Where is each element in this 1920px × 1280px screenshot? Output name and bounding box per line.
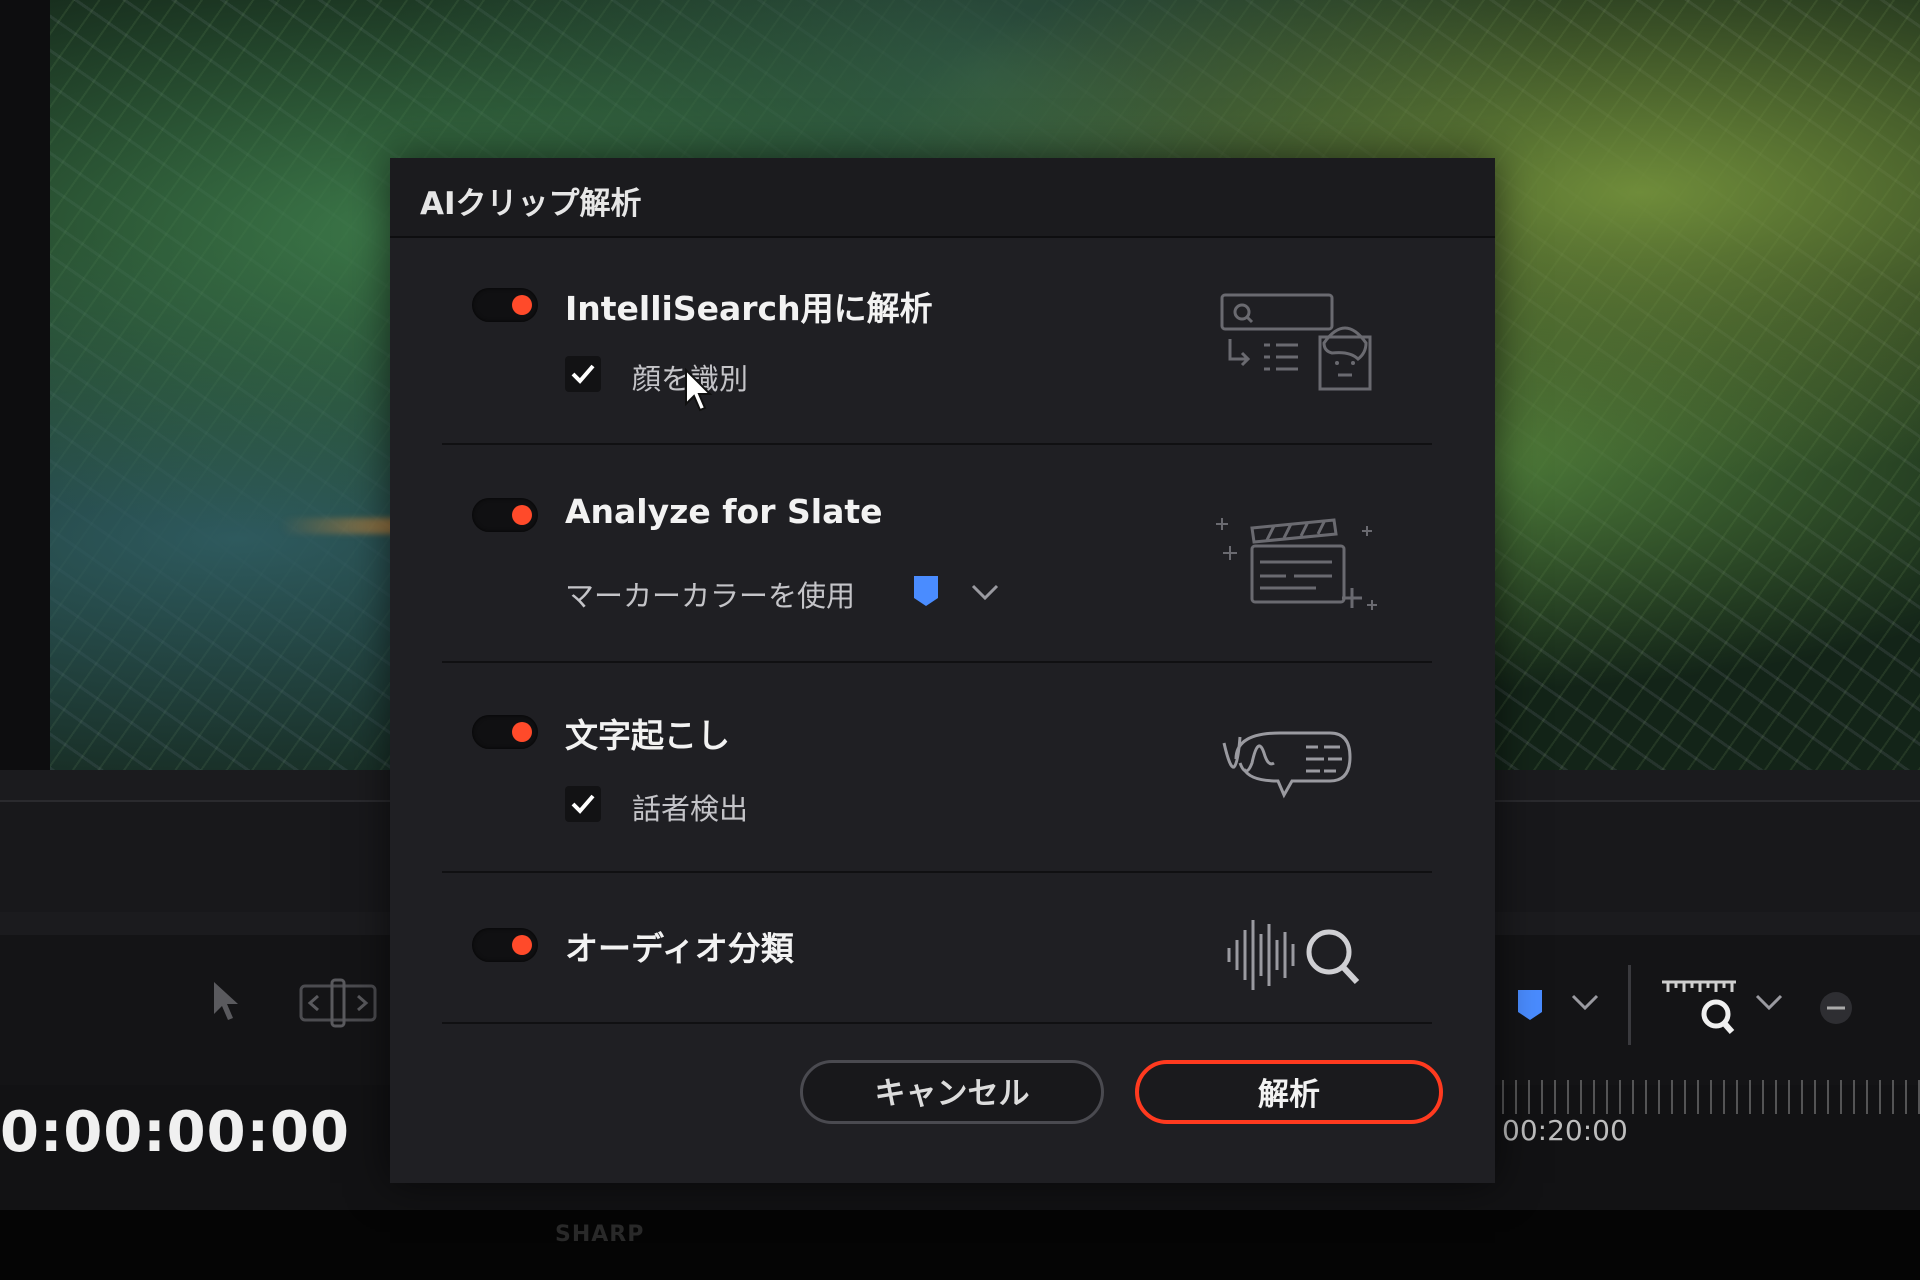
trim-tool-icon[interactable]: [298, 978, 378, 1032]
clapperboard-icon: [1212, 508, 1382, 622]
cancel-button[interactable]: キャンセル: [800, 1060, 1104, 1124]
toggle-knob: [512, 505, 532, 525]
intellisearch-illustration-icon: [1220, 293, 1380, 397]
checkmark-icon: [571, 364, 595, 384]
dialog-header: AIクリップ解析: [390, 158, 1495, 238]
transcription-title: 文字起こし: [565, 716, 730, 755]
slate-title: Analyze for Slate: [565, 492, 883, 531]
chevron-down-icon[interactable]: [970, 582, 1000, 606]
section-divider: [442, 1022, 1432, 1024]
zoom-out-icon[interactable]: [1818, 990, 1854, 1030]
toggle-knob: [512, 935, 532, 955]
section-divider: [442, 871, 1432, 873]
zoom-tool-icon[interactable]: [1660, 978, 1740, 1042]
chevron-down-icon[interactable]: [1570, 992, 1600, 1016]
section-divider: [442, 443, 1432, 445]
transcription-toggle[interactable]: [472, 715, 538, 749]
toggle-knob: [512, 295, 532, 315]
intellisearch-title: IntelliSearch用に解析: [565, 289, 933, 328]
viewer-edge: [0, 0, 50, 770]
ai-clip-analysis-dialog: AIクリップ解析 IntelliSearch用に解析 顔を識別 Analyze …: [390, 158, 1495, 1183]
checkmark-icon: [571, 794, 595, 814]
timecode-display: 0:00:00:00: [0, 1100, 350, 1165]
analyze-button[interactable]: 解析: [1135, 1060, 1443, 1124]
dialog-title: AIクリップ解析: [420, 186, 642, 222]
monitor-bezel: [0, 1210, 1920, 1280]
section-divider: [442, 661, 1432, 663]
speaker-detection-label: 話者検出: [632, 792, 749, 826]
audio-classification-title: オーディオ分類: [565, 929, 794, 968]
timeline-ruler[interactable]: [1502, 1080, 1920, 1114]
monitor-logo: SHARP: [555, 1222, 645, 1247]
audio-classification-toggle[interactable]: [472, 928, 538, 962]
marker-tool-icon[interactable]: [1516, 988, 1544, 1026]
speaker-detection-checkbox[interactable]: [565, 786, 601, 822]
ruler-timecode: 00:20:00: [1502, 1114, 1628, 1147]
toolbar-divider: [1628, 965, 1631, 1045]
mouse-cursor-icon: [683, 367, 715, 418]
identify-faces-checkbox[interactable]: [565, 356, 601, 392]
toggle-knob: [512, 722, 532, 742]
slate-toggle[interactable]: [472, 498, 538, 532]
audio-search-icon: [1225, 910, 1375, 1004]
marker-color-label: マーカーカラーを使用: [565, 579, 856, 613]
chevron-down-icon[interactable]: [1754, 992, 1784, 1016]
speech-transcription-icon: [1220, 723, 1370, 827]
intellisearch-toggle[interactable]: [472, 288, 538, 322]
selection-tool-icon[interactable]: [210, 980, 244, 1028]
marker-color-swatch[interactable]: [912, 574, 940, 612]
